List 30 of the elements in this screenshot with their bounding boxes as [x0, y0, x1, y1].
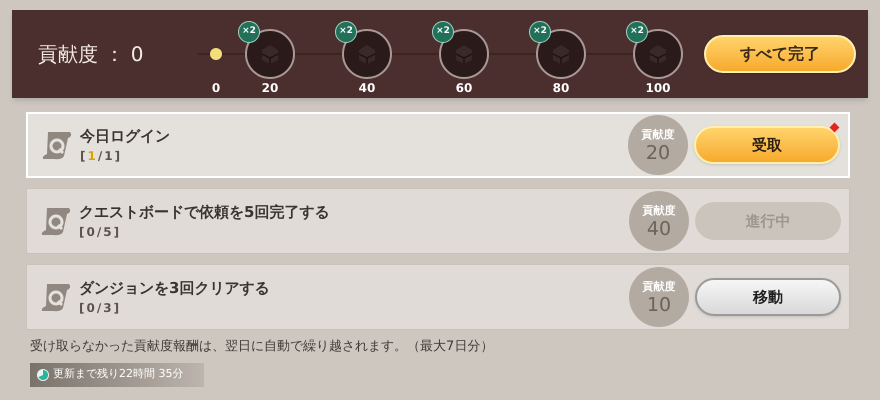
points-value: 10	[646, 296, 672, 315]
task-progress: [0/5]	[79, 224, 122, 242]
points-label: 貢献度	[642, 203, 676, 220]
task-progress: [0/3]	[79, 300, 122, 318]
milestone-label: 40	[358, 80, 376, 97]
task-title: ダンジョンを3回クリアする	[79, 278, 270, 299]
clock-icon	[36, 368, 50, 382]
milestone-label: 0	[210, 80, 222, 97]
carry-over-note: 受け取らなかった貢献度報酬は、翌日に自動で繰り越されます。（最大7日分）	[29, 338, 494, 356]
task-title: 今日ログイン	[80, 126, 170, 147]
multiplier-badge: ×2	[238, 21, 260, 43]
milestone-label: 80	[552, 80, 570, 97]
claim-button[interactable]: 受取	[694, 126, 840, 164]
points-value: 40	[646, 220, 672, 239]
task-progress: [1/1]	[80, 148, 124, 166]
task-title: クエストボードで依頼を5回完了する	[79, 202, 330, 223]
points-value: 20	[646, 144, 670, 163]
multiplier-badge: ×2	[335, 21, 357, 43]
refresh-timer: 更新まで残り22時間 35分	[53, 366, 184, 382]
points-label: 貢献度	[642, 279, 676, 296]
multiplier-badge: ×2	[529, 21, 551, 43]
contribution-label: 貢献度 ： 0	[38, 41, 144, 68]
points-label: 貢献度	[642, 127, 674, 144]
milestone-label: 100	[644, 80, 672, 97]
milestone-label: 60	[454, 80, 474, 97]
complete-all-button[interactable]: すべて完了	[704, 35, 856, 73]
multiplier-badge: ×2	[432, 21, 454, 43]
multiplier-badge: ×2	[626, 21, 648, 43]
go-button[interactable]: 移動	[695, 278, 841, 316]
milestone-label: 20	[260, 80, 280, 97]
